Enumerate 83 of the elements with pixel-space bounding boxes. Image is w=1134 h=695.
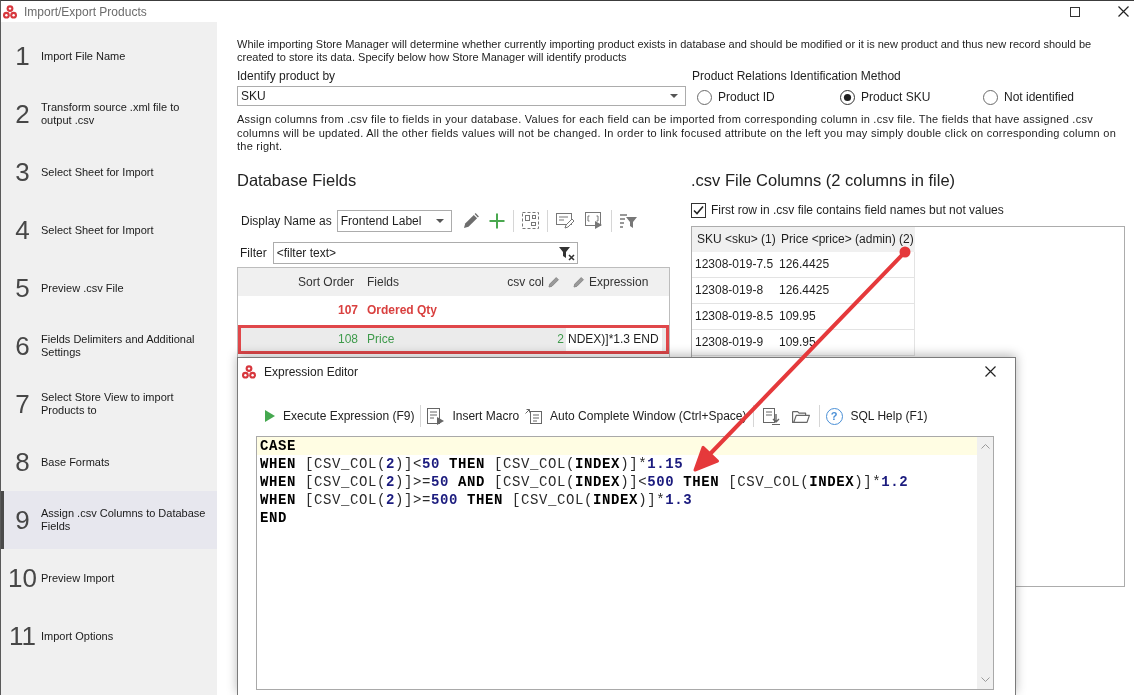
checkbox-label: First row in .csv file contains field names but not values: [711, 202, 1004, 219]
column-header: Sort Order: [298, 273, 354, 291]
field-label: Filter: [240, 244, 267, 262]
field-label: Identify product by: [237, 70, 337, 83]
code-line: WHEN [CSV_COL(2)]<50 THEN [CSV_COL(INDEX)]*1.15: [259, 455, 684, 473]
clear-filter-icon[interactable]: [558, 245, 575, 261]
code-line: END: [259, 509, 287, 527]
step-item[interactable]: 9 Assign .csv Columns to Database Fields: [1, 491, 217, 549]
close-icon: [984, 366, 996, 377]
grid-row[interactable]: 107 Ordered Qty: [238, 295, 669, 325]
execute-button[interactable]: Execute Expression (F9): [262, 405, 418, 427]
field-label: Display Name as: [241, 212, 332, 230]
step-item[interactable]: 1 Import File Name: [1, 27, 217, 85]
display-name-select[interactable]: Frontend Label: [336, 209, 452, 232]
table-cell: 109.95: [776, 303, 915, 330]
insert-macro-button[interactable]: Insert Macro: [424, 405, 523, 427]
sql-help-button[interactable]: ? SQL Help (F1): [822, 405, 931, 427]
folder-icon[interactable]: [791, 409, 810, 423]
code-editor[interactable]: CASE WHEN [CSV_COL(2)]<50 THEN [CSV_COL(INDEX)]*1.15 WHEN [CSV_COL(2)]>=50 AND [CSV_COL(INDEX)]<500 THEN [CSV_COL(INDEX)]*1.2 WHEN [CSV_COL(2)]>=500 THEN [CSV_COL(INDEX)]*1.3 END: [256, 436, 994, 690]
dialog-title: Expression Editor: [264, 363, 359, 381]
app-icon: [242, 364, 256, 379]
code-line: WHEN [CSV_COL(2)]>=50 AND [CSV_COL(INDEX)]<500 THEN [CSV_COL(INDEX)]*1.2: [259, 473, 909, 491]
column-header: Fields: [367, 273, 399, 291]
table-cell: 12308-019-7.5: [692, 251, 776, 278]
column-header: csv col: [507, 273, 544, 291]
identify-by-select[interactable]: SKU: [237, 86, 686, 106]
maximize-icon: [1070, 6, 1080, 17]
option-label: Product ID: [718, 89, 775, 106]
autocomplete-button[interactable]: Auto Complete Window (Ctrl+Space): [522, 405, 750, 427]
column-header: Expression: [589, 273, 649, 291]
pencil-icon[interactable]: [548, 275, 560, 288]
pencil-icon[interactable]: [462, 212, 479, 229]
table-cell-text: 107: [337, 302, 358, 319]
table-cell: 109.95: [776, 329, 915, 356]
step-item[interactable]: 7 Select Store View to import Products to: [1, 375, 217, 433]
document-download-icon[interactable]: [762, 407, 780, 425]
scrollbar[interactable]: [977, 437, 993, 689]
instruction-text: Assign columns from .csv file to fields in your database. Values for each field can be imported from corresponding column in .csv file. The fields that have assigned .csv columns will be updated. All the other fields values will not be changed. In order to link focused attribute on the left you may simply double click on corresponding column on the right.: [237, 113, 1117, 154]
table-cell: 126.4425: [776, 277, 915, 304]
step-item[interactable]: 8 Base Formats: [1, 433, 217, 491]
table-cell-text: Ordered Qty: [367, 302, 438, 319]
section-title: .csv File Columns (2 columns in file): [691, 169, 957, 190]
group-label: Product Relations Identification Method: [692, 70, 902, 83]
checkbox[interactable]: [691, 202, 706, 218]
grid-row[interactable]: 108 Price 2 NDEX)]*1.3 END: [238, 324, 669, 354]
app-icon: [3, 4, 17, 19]
play-icon: [265, 410, 275, 422]
table-cell-text: NDEX)]*1.3 END: [568, 331, 659, 348]
grid-icon[interactable]: [521, 212, 539, 229]
table-cell: 12308-019-9: [692, 329, 776, 356]
code-line: WHEN [CSV_COL(2)]>=500 THEN [CSV_COL(INDEX)]*1.3: [259, 491, 693, 509]
plus-icon[interactable]: [488, 212, 505, 229]
caret-icon: [435, 218, 444, 223]
radio-button[interactable]: [840, 89, 855, 105]
filter-field[interactable]: <filter text>: [272, 241, 578, 264]
list-arrow-icon: [525, 408, 543, 424]
document-arrow-icon: [427, 407, 445, 425]
caret-icon: [670, 94, 678, 98]
column-header: Price <price> (admin) (2): [776, 226, 915, 252]
instruction-text: While importing Store Manager will determine whether currently importing product exists in database and should be modified or it is new product and thus new record should be created to store its data. Specify below how Store Manager will identify products: [237, 38, 1093, 64]
close-icon: [1117, 6, 1129, 17]
option-label: Product SKU: [861, 89, 931, 106]
table-cell: 12308-019-8.5: [692, 303, 776, 330]
radio-button[interactable]: [697, 89, 712, 105]
column-header: SKU <sku> (1): [692, 226, 776, 252]
table-cell-text: Price: [367, 331, 395, 348]
table-cell-text: 108: [337, 331, 358, 348]
radio-button[interactable]: [983, 89, 998, 105]
chevron-up-icon[interactable]: [980, 444, 990, 449]
note-edit-icon[interactable]: [555, 212, 575, 229]
section-title: Database Fields: [237, 169, 358, 190]
pencil-icon[interactable]: [573, 275, 585, 288]
option-label: Not identified: [1004, 89, 1075, 106]
window-title: Import/Export Products: [24, 3, 147, 21]
table-cell: 12308-019-8: [692, 277, 776, 304]
step-item[interactable]: 3 Select Sheet for Import: [1, 143, 217, 201]
filter-list-icon[interactable]: [619, 212, 637, 229]
chevron-down-icon[interactable]: [980, 677, 990, 682]
step-item[interactable]: 2 Transform source .xml file to output .csv: [1, 85, 217, 143]
table-cell-text: 2: [557, 331, 564, 348]
step-item[interactable]: 5 Preview .csv File: [1, 259, 217, 317]
step-item[interactable]: 6 Fields Delimiters and Additional Settings: [1, 317, 217, 375]
step-item[interactable]: 4 Select Sheet for Import: [1, 201, 217, 259]
